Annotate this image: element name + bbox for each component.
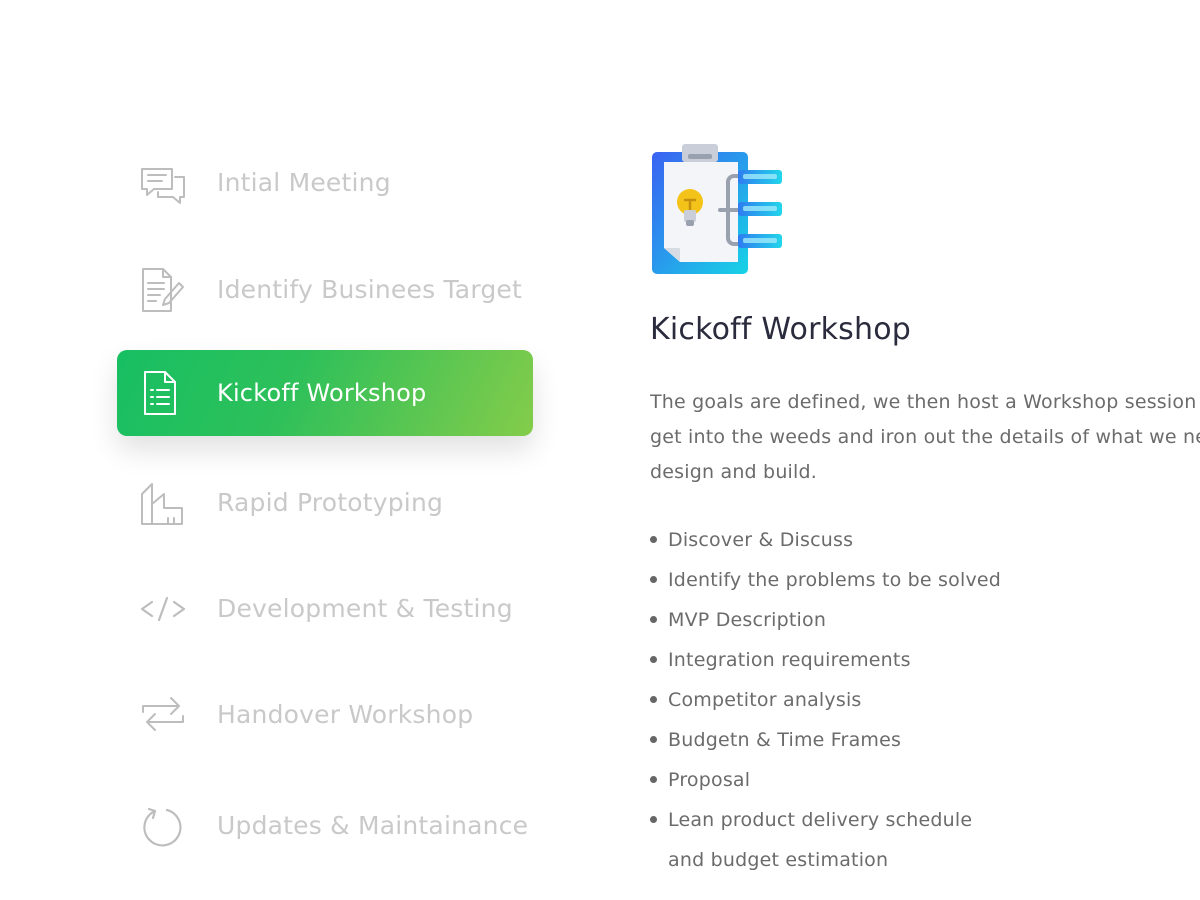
list-item: Proposal [650,760,1190,800]
list-item: Discover & Discuss [650,520,1190,560]
list-item-text: Discover & Discuss [668,529,854,551]
step-development-testing[interactable]: Development & Testing [117,566,533,652]
list-item: Lean product delivery schedule and budge… [650,800,1008,880]
bullet-dot [650,736,657,743]
document-list-icon [139,370,187,416]
document-pen-icon [139,267,187,313]
bullet-dot [650,776,657,783]
bullet-dot [650,616,657,623]
bullet-dot [650,576,657,583]
detail-title: Kickoff Workshop [650,312,912,347]
exchange-arrows-icon [139,692,187,738]
list-item-text: Integration requirements [668,649,911,671]
list-item-text: MVP Description [668,609,827,631]
step-kickoff-workshop[interactable]: Kickoff Workshop [117,350,533,436]
step-initial-meeting[interactable]: Intial Meeting [117,140,533,226]
list-item-text: Competitor analysis [668,689,862,711]
list-item: Budgetn & Time Frames [650,720,1190,760]
list-item: Competitor analysis [650,680,1190,720]
bullet-dot [650,696,657,703]
step-identify-business-target[interactable]: Identify Businees Target [117,247,533,333]
page: Intial Meeting Identify Businees Target [0,0,1200,900]
step-label: Updates & Maintainance [217,811,529,840]
step-label: Identify Businees Target [217,275,523,304]
chat-bubbles-icon [139,160,187,206]
deliverables-list: Discover & Discuss Identify the problems… [650,520,1190,880]
detail-panel: Kickoff Workshop The goals are defined, … [650,140,1200,880]
bullet-dot [650,536,657,543]
list-item-text: Identify the problems to be solved [668,569,1002,591]
refresh-icon [139,803,187,849]
step-label: Kickoff Workshop [217,379,427,407]
blueprint-icon [139,480,187,526]
step-label: Development & Testing [217,594,513,623]
list-item-text: Lean product delivery schedule and budge… [668,809,973,871]
step-label: Rapid Prototyping [217,488,444,517]
code-brackets-icon [139,586,187,632]
detail-description: The goals are defined, we then host a Wo… [650,391,1200,483]
list-item: MVP Description [650,600,1190,640]
list-item-text: Proposal [668,769,751,791]
step-updates-maintenance[interactable]: Updates & Maintainance [117,783,533,869]
clipboard-lightbulb-icon [650,140,790,280]
list-item-text: Budgetn & Time Frames [668,729,902,751]
list-item: Integration requirements [650,640,1190,680]
step-rapid-prototyping[interactable]: Rapid Prototyping [117,460,533,546]
step-label: Intial Meeting [217,168,391,197]
bullet-dot [650,816,657,823]
process-steps-nav: Intial Meeting Identify Businees Target [0,0,600,900]
bullet-dot [650,656,657,663]
step-handover-workshop[interactable]: Handover Workshop [117,672,533,758]
step-label: Handover Workshop [217,700,474,729]
list-item: Identify the problems to be solved [650,560,1190,600]
